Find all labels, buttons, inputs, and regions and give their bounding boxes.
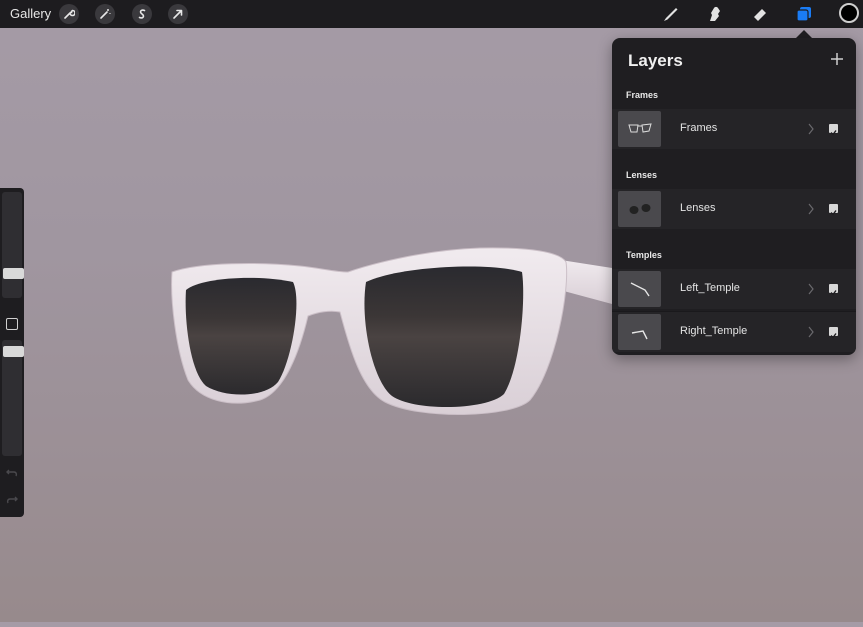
group-label-frames[interactable]: Frames [626, 90, 658, 100]
chevron-right-icon[interactable] [807, 202, 815, 216]
layer-row-frames[interactable]: Frames [612, 109, 856, 149]
layer-row-right-temple[interactable]: Right_Temple [612, 311, 856, 352]
smudge-icon[interactable] [704, 4, 726, 24]
magic-wand-icon[interactable] [95, 4, 115, 24]
transform-arrow-icon[interactable] [168, 4, 188, 24]
redo-icon[interactable] [5, 493, 19, 507]
brush-size-slider[interactable] [2, 192, 24, 298]
left-sidebar [0, 188, 24, 517]
layer-thumbnail [618, 314, 661, 350]
opacity-thumb[interactable] [3, 346, 24, 357]
layers-panel: Layers Frames Frames Lenses Lenses Templ… [612, 38, 856, 355]
layer-name: Lenses [680, 202, 716, 214]
chevron-right-icon[interactable] [807, 282, 815, 296]
layer-thumbnail [618, 271, 661, 307]
brush-icon[interactable] [660, 4, 682, 24]
group-label-lenses[interactable]: Lenses [626, 170, 657, 180]
modify-button[interactable] [6, 318, 18, 330]
wrench-icon[interactable] [59, 4, 79, 24]
left-lens [185, 277, 297, 395]
layer-thumbnail [618, 191, 661, 227]
color-picker-button[interactable] [839, 3, 859, 23]
undo-icon[interactable] [5, 466, 19, 480]
layer-name: Left_Temple [680, 282, 740, 294]
visibility-checkbox[interactable] [829, 327, 838, 339]
chevron-right-icon[interactable] [807, 325, 815, 339]
chevron-right-icon[interactable] [807, 122, 815, 136]
layers-icon[interactable] [793, 4, 815, 24]
visibility-checkbox[interactable] [829, 284, 838, 296]
layer-name: Right_Temple [680, 325, 748, 337]
brush-size-thumb[interactable] [3, 268, 24, 279]
visibility-checkbox[interactable] [829, 124, 838, 136]
opacity-slider[interactable] [2, 340, 24, 456]
right-lens [364, 266, 524, 408]
panel-caret [796, 30, 812, 38]
layers-title: Layers [628, 51, 683, 70]
selection-icon[interactable] [132, 4, 152, 24]
eraser-icon[interactable] [749, 4, 771, 24]
plus-icon[interactable] [828, 50, 846, 68]
visibility-checkbox[interactable] [829, 204, 838, 216]
layer-row-left-temple[interactable]: Left_Temple [612, 269, 856, 309]
layer-name: Frames [680, 122, 718, 134]
layer-row-lenses[interactable]: Lenses [612, 189, 856, 229]
group-label-temples[interactable]: Temples [626, 250, 662, 260]
top-toolbar: Gallery [0, 0, 863, 28]
gallery-button[interactable]: Gallery [10, 6, 51, 21]
layer-thumbnail [618, 111, 661, 147]
